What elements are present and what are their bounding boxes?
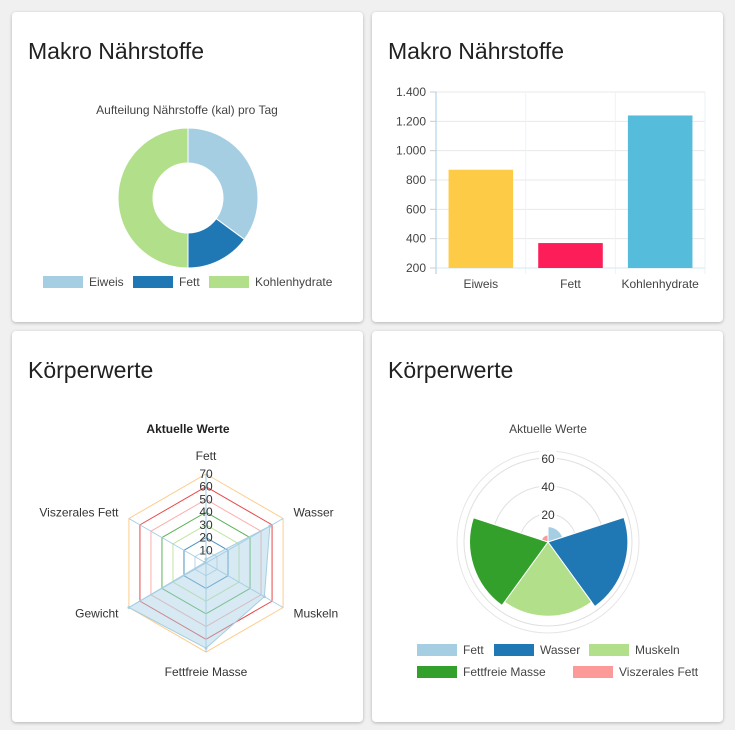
radar-tick-label: 60 (199, 480, 213, 494)
radar-tick-label: 50 (199, 492, 213, 506)
radar-point-label: Wasser (293, 506, 333, 520)
donut-chart: Aufteilung Nährstoffe (kal) pro Tag Eiwe… (43, 103, 333, 289)
y-tick-label: 1.000 (396, 144, 426, 158)
x-tick-label: Eiweis (463, 277, 498, 291)
y-tick-label: 400 (406, 232, 426, 246)
radar-tick-label: 10 (199, 543, 213, 557)
legend-swatch (209, 276, 249, 288)
polar-area-chart: Aktuelle Werte 20 40 60 Fett Wasser Muskeln Fe… (417, 422, 699, 679)
radar-point (262, 595, 266, 599)
bar (538, 243, 603, 268)
legend-label: Muskeln (635, 643, 680, 657)
polar-tick-label: 60 (541, 452, 555, 466)
bar-chart: 200 400 600 800 1.000 1.200 1.400 Eiweis Fett Koh… (396, 85, 706, 291)
legend-swatch (589, 644, 629, 656)
donut-slice (187, 127, 259, 241)
polar-tick-label: 40 (541, 480, 555, 494)
body-radar-card: Körperwerte Aktuelle Werte 10 20 30 40 50 60 7… (12, 331, 363, 722)
radar-tick-label: 70 (199, 467, 213, 481)
y-tick-label: 800 (406, 173, 426, 187)
macro-bar-card: Makro Nährstoffe 200 400 600 800 1.000 1.200 1… (372, 12, 723, 322)
legend-label: Wasser (540, 643, 580, 657)
legend-swatch (417, 666, 457, 678)
x-tick-label: Kohlenhydrate (621, 277, 699, 291)
y-tick-label: 1.200 (396, 114, 426, 128)
legend-label: Fett (179, 275, 200, 289)
body-polar-card: Körperwerte Aktuelle Werte 20 40 60 Fett Was… (372, 331, 723, 722)
legend-label: Viszerales Fett (619, 665, 699, 679)
chart-title: Aktuelle Werte (146, 422, 229, 436)
x-tick-label: Fett (560, 277, 581, 291)
radar-tick-label: 30 (199, 518, 213, 532)
legend-label: Eiweis (89, 275, 124, 289)
radar-point-label: Gewicht (75, 607, 119, 621)
bar (448, 169, 514, 268)
macro-donut-card: Makro Nährstoffe Aufteilung Nährstoffe (… (12, 12, 363, 322)
legend-swatch (43, 276, 83, 288)
radar-axis (128, 518, 207, 564)
polar-tick-label: 20 (541, 508, 555, 522)
chart-title: Aktuelle Werte (509, 422, 587, 436)
legend-label: Fett (463, 643, 484, 657)
y-tick-label: 200 (406, 261, 426, 275)
radar-point (127, 606, 131, 609)
radar-point (204, 646, 208, 650)
legend-label: Kohlenhydrate (255, 275, 333, 289)
y-tick-label: 600 (406, 202, 426, 216)
radar-point-label: Fettfreie Masse (165, 665, 248, 679)
radar-point (203, 560, 207, 564)
chart-title: Aufteilung Nährstoffe (kal) pro Tag (96, 103, 278, 117)
radar-tick-label: 20 (199, 531, 213, 545)
radar-chart: Aktuelle Werte 10203040506070 Fett Wasser M… (39, 422, 338, 679)
radar-point-label: Muskeln (293, 607, 338, 621)
legend-swatch (133, 276, 173, 288)
legend-swatch (417, 644, 457, 656)
y-tick-label: 1.400 (396, 85, 426, 99)
radar-point-label: Fett (196, 449, 217, 463)
radar-point (204, 557, 208, 561)
bar (627, 115, 693, 268)
legend-swatch (494, 644, 534, 656)
radar-point (268, 524, 272, 528)
radar-tick-label: 40 (199, 505, 213, 519)
legend-label: Fettfreie Masse (463, 665, 546, 679)
radar-point-label: Viszerales Fett (39, 506, 119, 520)
legend-swatch (573, 666, 613, 678)
donut-slice (117, 127, 189, 269)
